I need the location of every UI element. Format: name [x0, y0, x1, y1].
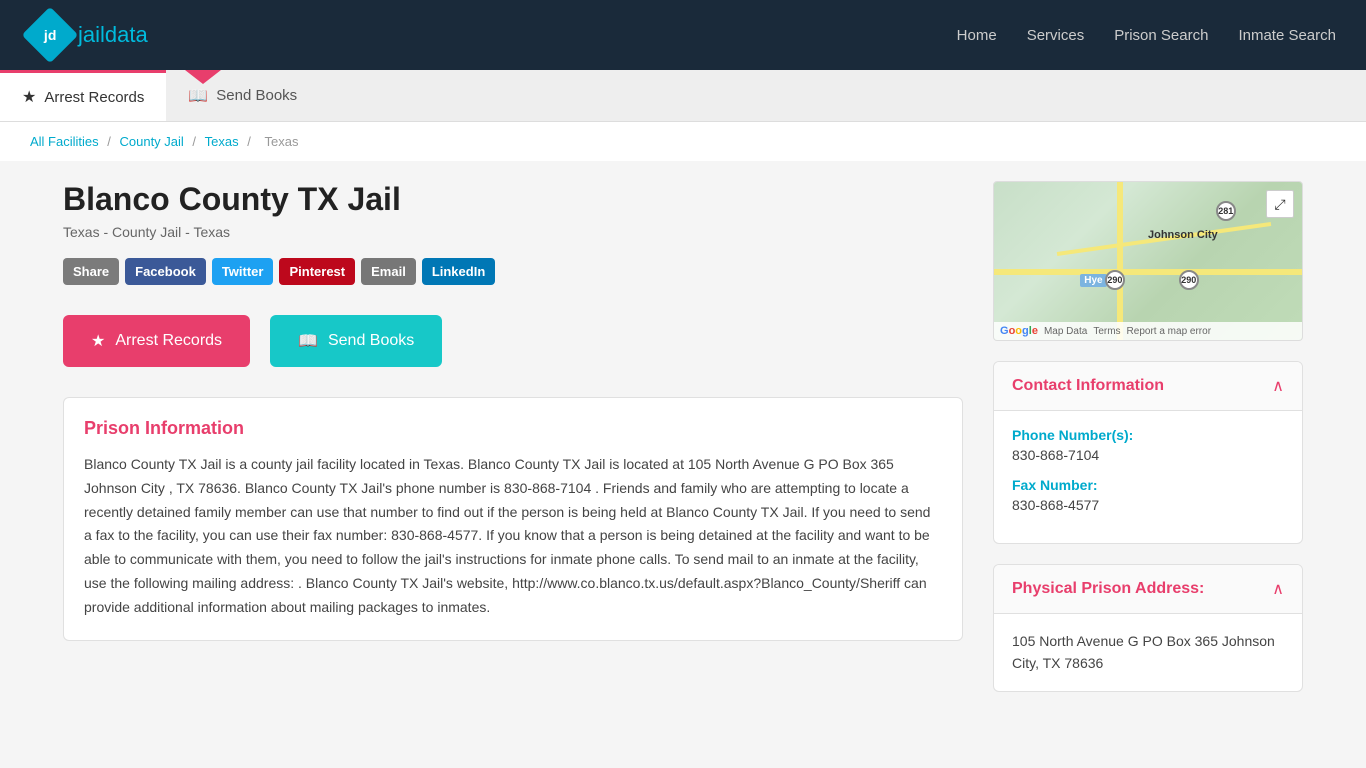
page-subtitle: Texas - County Jail - Texas	[63, 224, 963, 240]
header: jd jaildata Home Services Prison Search …	[0, 0, 1366, 70]
contact-info-card: Contact Information ∧ Phone Number(s): 8…	[993, 361, 1303, 544]
arrest-records-button[interactable]: ★ Arrest Records	[63, 315, 250, 367]
star-icon: ★	[22, 87, 36, 107]
phone-value: 830-868-7104	[1012, 447, 1284, 463]
address-collapse-icon[interactable]: ∧	[1272, 579, 1284, 599]
nav-inmate-search[interactable]: Inmate Search	[1238, 27, 1336, 44]
fax-value: 830-868-4577	[1012, 497, 1284, 513]
map-terms-label: Terms	[1093, 326, 1120, 337]
tab-bar: ★ Arrest Records 📖 Send Books	[0, 70, 1366, 122]
breadcrumb-sep-3: /	[247, 134, 254, 149]
map-badge-281: 281	[1216, 201, 1236, 221]
main-content: Blanco County TX Jail Texas - County Jai…	[33, 161, 1333, 712]
page-title: Blanco County TX Jail	[63, 181, 963, 218]
map-error-label: Report a map error	[1127, 326, 1211, 337]
book-icon: 📖	[188, 86, 208, 106]
map-data-label: Map Data	[1044, 326, 1087, 337]
breadcrumb-texas-link[interactable]: Texas	[205, 134, 239, 149]
breadcrumb-sep-2: /	[192, 134, 199, 149]
twitter-button[interactable]: Twitter	[212, 258, 274, 285]
logo-icon: jd	[22, 7, 79, 64]
action-buttons: ★ Arrest Records 📖 Send Books	[63, 315, 963, 367]
breadcrumb-all-facilities[interactable]: All Facilities	[30, 134, 99, 149]
address-value: 105 North Avenue G PO Box 365 Johnson Ci…	[1012, 633, 1275, 671]
address-card-header: Physical Prison Address: ∧	[994, 565, 1302, 614]
facebook-button[interactable]: Facebook	[125, 258, 206, 285]
tab-send-books[interactable]: 📖 Send Books	[166, 70, 319, 121]
linkedin-button[interactable]: LinkedIn	[422, 258, 495, 285]
nav-home[interactable]: Home	[957, 27, 997, 44]
share-button[interactable]: Share	[63, 258, 119, 285]
send-books-button[interactable]: 📖 Send Books	[270, 315, 442, 367]
fax-label: Fax Number:	[1012, 477, 1284, 493]
address-card-body: 105 North Avenue G PO Box 365 Johnson Ci…	[994, 614, 1302, 691]
contact-collapse-icon[interactable]: ∧	[1272, 376, 1284, 396]
logo-jd-text: jd	[44, 27, 56, 43]
send-books-book-icon: 📖	[298, 331, 318, 351]
breadcrumb: All Facilities / County Jail / Texas / T…	[0, 122, 1366, 161]
prison-info-text: Blanco County TX Jail is a county jail f…	[84, 453, 942, 620]
map-road-vertical	[1117, 182, 1123, 340]
map-road-horizontal	[994, 269, 1302, 275]
contact-card-body: Phone Number(s): 830-868-7104 Fax Number…	[994, 411, 1302, 543]
main-nav: Home Services Prison Search Inmate Searc…	[957, 27, 1336, 44]
map-badge-290b: 290	[1179, 270, 1199, 290]
map-footer: Google Map Data Terms Report a map error	[994, 322, 1302, 340]
map-image: Johnson City Hye 290 290 281 ⤢ Google Ma…	[994, 182, 1302, 340]
right-column: Johnson City Hye 290 290 281 ⤢ Google Ma…	[993, 181, 1303, 692]
arrest-star-icon: ★	[91, 331, 105, 351]
google-logo: Google	[1000, 325, 1038, 337]
nav-services[interactable]: Services	[1027, 27, 1085, 44]
breadcrumb-texas-current: Texas	[264, 134, 298, 149]
tab-send-books-label: Send Books	[216, 87, 297, 104]
tab-arrest-records[interactable]: ★ Arrest Records	[0, 70, 166, 121]
logo-area: jd jaildata	[30, 15, 148, 55]
logo-text: jaildata	[78, 22, 148, 48]
map-container: Johnson City Hye 290 290 281 ⤢ Google Ma…	[993, 181, 1303, 341]
prison-info-card: Prison Information Blanco County TX Jail…	[63, 397, 963, 641]
left-column: Blanco County TX Jail Texas - County Jai…	[63, 181, 963, 692]
arrest-records-label: Arrest Records	[115, 332, 222, 350]
address-card: Physical Prison Address: ∧ 105 North Ave…	[993, 564, 1303, 692]
send-books-label: Send Books	[328, 332, 414, 350]
breadcrumb-sep-1: /	[107, 134, 114, 149]
phone-label: Phone Number(s):	[1012, 427, 1284, 443]
address-card-title: Physical Prison Address:	[1012, 580, 1204, 598]
map-hye-label: Hye	[1080, 274, 1106, 287]
email-button[interactable]: Email	[361, 258, 416, 285]
breadcrumb-county-jail[interactable]: County Jail	[119, 134, 183, 149]
tab-arrest-label: Arrest Records	[44, 89, 144, 106]
nav-prison-search[interactable]: Prison Search	[1114, 27, 1208, 44]
map-expand-button[interactable]: ⤢	[1266, 190, 1294, 218]
social-share-bar: Share Facebook Twitter Pinterest Email L…	[63, 258, 963, 285]
map-city-label: Johnson City	[1148, 229, 1218, 241]
pinterest-button[interactable]: Pinterest	[279, 258, 355, 285]
contact-card-header: Contact Information ∧	[994, 362, 1302, 411]
contact-card-title: Contact Information	[1012, 377, 1164, 395]
prison-info-title: Prison Information	[84, 418, 942, 439]
